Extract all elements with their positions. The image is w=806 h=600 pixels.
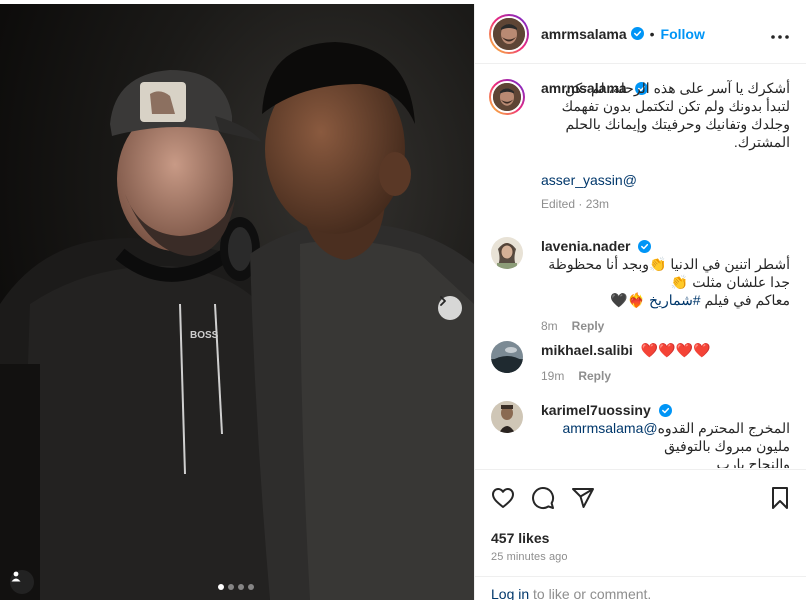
commenter-username[interactable]: karimel7uossiny [541, 402, 651, 418]
share-icon[interactable] [571, 486, 595, 510]
comment-item: mikhael.salibi ❤️❤️❤️❤️ 19m Reply [491, 341, 790, 401]
next-image-button[interactable] [438, 296, 462, 320]
commenter-avatar[interactable] [491, 401, 523, 433]
login-prompt-text: to like or comment. [529, 586, 652, 600]
caption-edited-time: Edited · 23m [541, 197, 610, 211]
comment-text-fragment: مليون مبروك بالتوفيق [664, 438, 790, 454]
comment-icon[interactable] [531, 486, 555, 510]
login-link[interactable]: Log in [491, 586, 529, 600]
post-photo[interactable]: BOSS [0, 4, 474, 600]
carousel-dot [218, 584, 224, 590]
verified-badge-icon [630, 27, 644, 40]
carousel-indicator [218, 584, 254, 590]
comment-item: lavenia.nader أشطر اتنين في الدنيا 👏 وبج… [491, 237, 790, 341]
svg-text:BOSS: BOSS [190, 330, 219, 341]
commenter-avatar[interactable] [491, 237, 523, 269]
heart-icon[interactable] [491, 486, 515, 510]
more-options-button[interactable] [768, 26, 792, 42]
comment-time: 19m [541, 369, 565, 383]
mention-link[interactable]: amrmsalama@ [562, 420, 657, 436]
reply-button[interactable]: Reply [572, 319, 605, 333]
likes-count[interactable]: 457 likes [475, 516, 806, 546]
comments-list[interactable]: amrmsalama أشكرك يا آسر على هذه الرحلة، … [475, 65, 806, 468]
tagged-users-button[interactable] [10, 570, 34, 594]
comment-text-line: معاكم في فيلم #شماريخ ❤️‍🔥🖤 [541, 291, 790, 309]
commenter-username[interactable]: lavenia.nader [541, 238, 631, 254]
post-actions-section: 457 likes 25 minutes ago Log in to like … [475, 469, 806, 600]
verified-badge-icon [638, 239, 652, 253]
post-side-panel: amrmsalama • Follow amrmsalama أشكرك يا … [474, 4, 806, 600]
author-avatar[interactable] [489, 13, 529, 54]
author-username[interactable]: amrmsalama [541, 26, 627, 42]
commenter-avatar[interactable] [491, 341, 523, 373]
hashtag-link[interactable]: #شماريخ [649, 292, 701, 308]
commenter-username[interactable]: mikhael.salibi [541, 342, 633, 358]
comment-text-fragment: معاكم في فيلم [700, 292, 790, 308]
comment-text-line: أشطر اتنين في الدنيا 👏 [649, 256, 790, 272]
post-timestamp[interactable]: 25 minutes ago [475, 546, 806, 563]
instagram-post-view: BOSS amrmsalama • Follow amrmsalama أشكر… [0, 0, 806, 600]
carousel-dot [238, 584, 244, 590]
reply-button[interactable]: Reply [578, 369, 611, 383]
comment-text: ❤️❤️❤️❤️ [640, 342, 711, 358]
caption-text: أشكرك يا آسر على هذه الرحلة، لم تكن لتبد… [561, 80, 790, 150]
photo-illustration: BOSS [0, 4, 474, 600]
verified-badge-icon [658, 403, 672, 417]
comment-text-line: والنجاح يارب [716, 456, 790, 468]
comment-text-line: المخرج المحترم القدوه [657, 420, 790, 436]
carousel-dot [248, 584, 254, 590]
follow-button[interactable]: Follow [661, 26, 705, 42]
comment-item: karimel7uossiny المخرج المحترم القدوه am… [491, 401, 790, 468]
separator-dot: • [649, 25, 655, 42]
comment-time: 8m [541, 319, 558, 333]
bookmark-icon[interactable] [768, 486, 792, 510]
caption-item: amrmsalama أشكرك يا آسر على هذه الرحلة، … [489, 79, 790, 237]
more-options-icon [771, 26, 789, 42]
login-prompt: Log in to like or comment. [475, 576, 806, 600]
carousel-dot [228, 584, 234, 590]
caption-mention-link[interactable]: asser_yassin@ [541, 172, 637, 188]
action-bar [475, 470, 806, 516]
post-header: amrmsalama • Follow [475, 4, 806, 64]
comment-emoji: ❤️‍🔥🖤 [610, 292, 650, 308]
caption-author-avatar[interactable] [489, 79, 525, 115]
